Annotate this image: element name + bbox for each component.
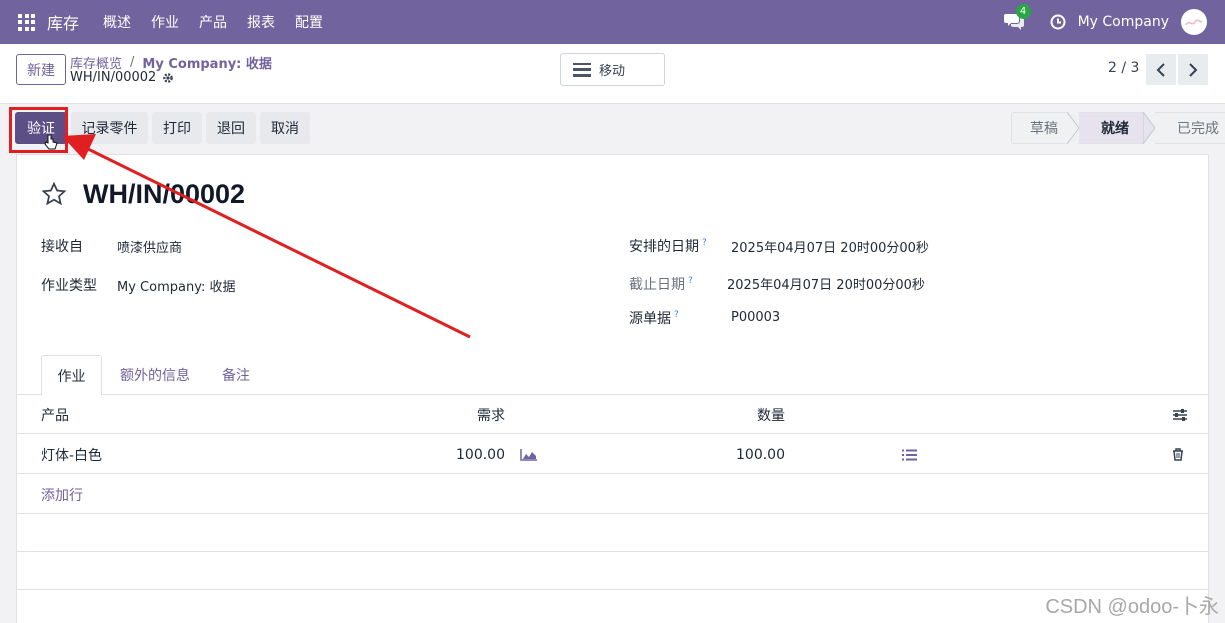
pager-previous-button[interactable] [1146, 54, 1176, 85]
hamburger-icon [573, 62, 591, 77]
stage-ready[interactable]: 就绪 [1079, 112, 1143, 144]
chevron-right-icon [1189, 62, 1198, 77]
control-panel: 新建 库存概览 / My Company: 收据 WH/IN/00002 移动 … [0, 44, 1225, 104]
add-line-row: 添加行 [17, 475, 1208, 514]
stage-separator [1067, 112, 1079, 144]
receive-from-field[interactable]: 喷漆供应商 [117, 237, 182, 256]
add-line-link[interactable]: 添加行 [41, 475, 83, 514]
activity-clock-icon[interactable] [1050, 14, 1066, 30]
gear-icon[interactable] [162, 72, 174, 84]
notebook-tabs: 作业 额外的信息 备注 [17, 355, 1208, 396]
deadline-label-text: 截止日期 [629, 277, 685, 293]
empty-row [17, 551, 1208, 590]
return-button[interactable]: 退回 [206, 112, 256, 144]
navbar-systray: 4 My Company [1003, 0, 1225, 44]
record-name: WH/IN/00002 [70, 70, 174, 85]
forecast-chart-icon[interactable] [520, 435, 540, 474]
chevron-left-icon [1156, 62, 1165, 77]
operation-type-label: 作业类型 [41, 278, 97, 294]
demand-cell[interactable]: 100.00 [417, 435, 505, 474]
menu-overview[interactable]: 概述 [103, 12, 131, 32]
form-sheet: WH/IN/00002 接收自 喷漆供应商 作业类型 My Company: 收… [16, 154, 1209, 623]
scheduled-date-label: 安排的日期? [629, 236, 707, 256]
watermark: CSDN @odoo-卜永 [1045, 596, 1219, 618]
optional-columns-icon[interactable] [1172, 395, 1192, 434]
quantity-cell[interactable]: 100.00 [697, 435, 785, 474]
deadline-label: 截止日期? [629, 274, 693, 294]
hand-cursor-icon [44, 134, 58, 150]
app-brand[interactable]: 库存 [47, 10, 79, 34]
top-navbar: 库存 概述 作业 产品 报表 配置 4 My Company [0, 0, 1225, 44]
receive-from-label: 接收自 [41, 239, 83, 255]
scheduled-date-label-text: 安排的日期 [629, 239, 699, 255]
stage-draft[interactable]: 草稿 [1011, 112, 1067, 144]
help-tooltip-icon[interactable]: ? [702, 238, 707, 248]
pager-value[interactable]: 2 / 3 [1108, 60, 1139, 76]
company-switcher[interactable]: My Company [1078, 14, 1169, 30]
tab-notes[interactable]: 备注 [213, 355, 259, 395]
move-button[interactable]: 移动 [560, 53, 665, 86]
empty-row [17, 513, 1208, 552]
menu-products[interactable]: 产品 [199, 12, 227, 32]
record-components-button[interactable]: 记录零件 [71, 112, 148, 144]
product-cell[interactable]: 灯体-白色 [41, 435, 102, 474]
column-header-demand[interactable]: 需求 [417, 395, 505, 434]
record-title: WH/IN/00002 [83, 179, 246, 209]
source-document-label-text: 源单据 [629, 311, 671, 327]
source-document-label: 源单据? [629, 308, 679, 328]
menu-operations[interactable]: 作业 [151, 12, 179, 32]
pager-next-button[interactable] [1178, 54, 1208, 85]
trash-icon[interactable] [1172, 435, 1192, 474]
source-document-field[interactable]: P00003 [731, 310, 780, 325]
apps-grid-icon[interactable] [18, 13, 35, 31]
scheduled-date-field[interactable]: 2025年04月07日 20时00分00秒 [731, 237, 929, 256]
menu-configuration[interactable]: 配置 [295, 12, 323, 32]
breadcrumb-separator: / [130, 55, 135, 70]
stage-separator [1143, 112, 1155, 144]
status-pipeline: 草稿 就绪 已完成 [1011, 112, 1225, 144]
detailed-operations-list-icon[interactable] [902, 435, 922, 474]
new-button[interactable]: 新建 [16, 54, 66, 85]
statusbar: 验证 记录零件 打印 退回 取消 草稿 就绪 已完成 [0, 104, 1225, 154]
star-icon[interactable] [41, 181, 67, 207]
menu-reporting[interactable]: 报表 [247, 12, 275, 32]
chat-count-badge: 4 [1015, 4, 1031, 19]
move-label: 移动 [599, 64, 626, 79]
tab-operations[interactable]: 作业 [41, 355, 102, 396]
tab-additional-info[interactable]: 额外的信息 [115, 355, 195, 395]
table-header: 产品 需求 数量 [17, 395, 1208, 434]
cancel-button[interactable]: 取消 [260, 112, 310, 144]
stage-done[interactable]: 已完成 [1155, 112, 1225, 144]
chat-icon[interactable]: 4 [1003, 4, 1031, 32]
help-tooltip-icon[interactable]: ? [688, 276, 693, 286]
print-button[interactable]: 打印 [152, 112, 202, 144]
record-name-text: WH/IN/00002 [70, 70, 157, 85]
operation-type-field[interactable]: My Company: 收据 [117, 276, 235, 295]
annotation-highlight-box [9, 107, 68, 153]
column-header-product[interactable]: 产品 [41, 395, 69, 434]
help-tooltip-icon[interactable]: ? [674, 310, 679, 320]
user-avatar[interactable] [1181, 9, 1207, 35]
column-header-quantity[interactable]: 数量 [697, 395, 785, 434]
deadline-field[interactable]: 2025年04月07日 20时00分00秒 [727, 274, 925, 293]
table-row[interactable]: 灯体-白色 100.00 100.00 [17, 435, 1208, 474]
